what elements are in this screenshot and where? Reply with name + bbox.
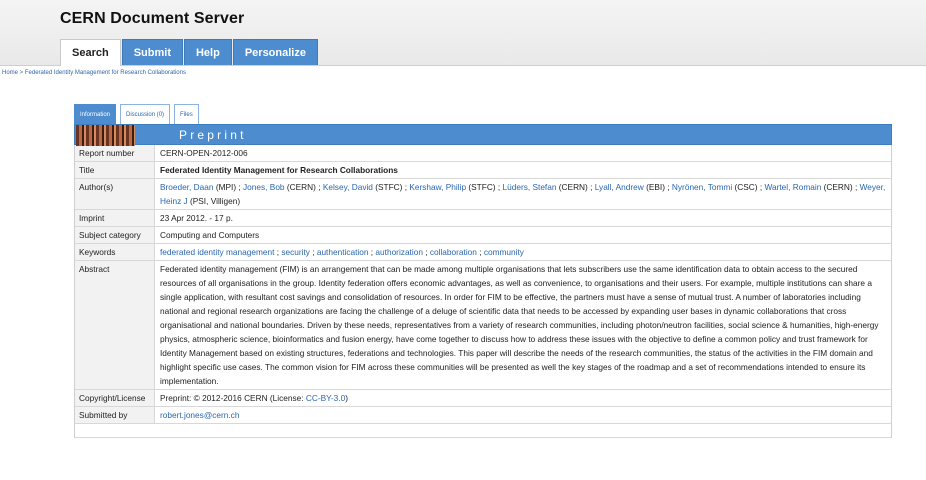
author-affiliation: (PSI, Villigen) [187,196,241,206]
tab-help[interactable]: Help [183,39,232,65]
field-label: Submitted by [75,407,155,423]
author-affiliation: (STFC) [372,182,403,192]
tab-information[interactable]: Information [74,104,117,124]
author-affiliation: (CERN) [821,182,853,192]
breadcrumb-separator: > [18,70,25,76]
field-submitted-by: Submitted by robert.jones@cern.ch [75,407,891,424]
author-link[interactable]: Kershaw, Philip [409,182,466,192]
copyright-text: Preprint: © 2012-2016 CERN (License: [160,393,306,403]
tab-personalize[interactable]: Personalize [232,39,318,65]
site-title[interactable]: CERN Document Server [60,10,244,28]
breadcrumb-home-link[interactable]: Home [2,70,18,76]
keyword-link[interactable]: collaboration [430,247,477,257]
field-report-number: Report number CERN-OPEN-2012-006 [75,145,891,162]
fields-bottom-spacer [75,424,891,438]
author-affiliation: (MPI) [213,182,237,192]
main-nav-tabs: Search Submit Help Personalize [60,39,319,66]
subject-category-value: Computing and Computers [160,230,260,240]
field-label: Subject category [75,227,155,243]
breadcrumb-current[interactable]: Federated Identity Management for Resear… [25,70,186,76]
author-link[interactable]: Broeder, Daan [160,182,214,192]
field-imprint: Imprint 23 Apr 2012. - 17 p. [75,210,891,227]
record-tabs: Information Discussion (0) Files [74,104,892,124]
author-affiliation: (CERN) [556,182,588,192]
breadcrumb: Home > Federated Identity Management for… [2,70,186,76]
field-label: Title [75,162,155,178]
author-affiliation: (CSC) [732,182,758,192]
field-label: Keywords [75,244,155,260]
field-label: Abstract [75,261,155,389]
author-link[interactable]: Kelsey, David [323,182,373,192]
abstract-value: Federated identity management (FIM) is a… [160,264,879,386]
record-type-label: Preprint [179,128,247,142]
tab-discussion[interactable]: Discussion (0) [120,104,171,124]
imprint-value: 23 Apr 2012. - 17 p. [160,213,233,223]
field-label: Copyright/License [75,390,155,406]
title-value: Federated Identity Management for Resear… [160,165,398,175]
field-authors: Author(s) Broeder, Daan (MPI) ; Jones, B… [75,179,891,210]
author-affiliation: (EBI) [643,182,665,192]
tab-submit[interactable]: Submit [121,39,183,65]
field-abstract: Abstract Federated identity management (… [75,261,891,390]
keyword-link[interactable]: community [484,247,524,257]
field-keywords: Keywords federated identity management ;… [75,244,891,261]
tab-files[interactable]: Files [174,104,199,124]
site-header: CERN Document Server Search Submit Help … [0,0,926,66]
field-copyright: Copyright/License Preprint: © 2012-2016 … [75,390,891,407]
keyword-link[interactable]: authentication [317,247,369,257]
field-label: Report number [75,145,155,161]
keyword-link[interactable]: security [281,247,310,257]
author-affiliation: (STFC) [466,182,496,192]
copyright-suffix: ) [345,393,348,403]
author-link[interactable]: Nyrönen, Tommi [672,182,732,192]
report-number-value: CERN-OPEN-2012-006 [160,148,248,158]
field-title: Title Federated Identity Management for … [75,162,891,179]
author-link[interactable]: Wartel, Romain [764,182,821,192]
record-panel: Information Discussion (0) Files Preprin… [74,104,892,438]
record-fields: Report number CERN-OPEN-2012-006 Title F… [74,145,892,438]
banner-image [76,125,135,146]
authors-value: Broeder, Daan (MPI) ; Jones, Bob (CERN) … [160,182,886,206]
copyright-value: Preprint: © 2012-2016 CERN (License: CC-… [155,390,891,406]
tab-search[interactable]: Search [60,39,121,66]
author-link[interactable]: Lyall, Andrew [595,182,644,192]
field-label: Author(s) [75,179,155,209]
field-subject-category: Subject category Computing and Computers [75,227,891,244]
keyword-link[interactable]: authorization [375,247,423,257]
keywords-value: federated identity management ; security… [160,247,524,257]
author-link[interactable]: Lüders, Stefan [503,182,557,192]
record-type-banner: Preprint [74,124,892,146]
keyword-link[interactable]: federated identity management [160,247,274,257]
author-affiliation: (CERN) [284,182,316,192]
submitted-by-value: robert.jones@cern.ch [155,407,891,423]
submitter-email-link[interactable]: robert.jones@cern.ch [160,410,239,420]
field-label: Imprint [75,210,155,226]
author-link[interactable]: Jones, Bob [243,182,285,192]
license-link[interactable]: CC-BY-3.0 [306,393,345,403]
